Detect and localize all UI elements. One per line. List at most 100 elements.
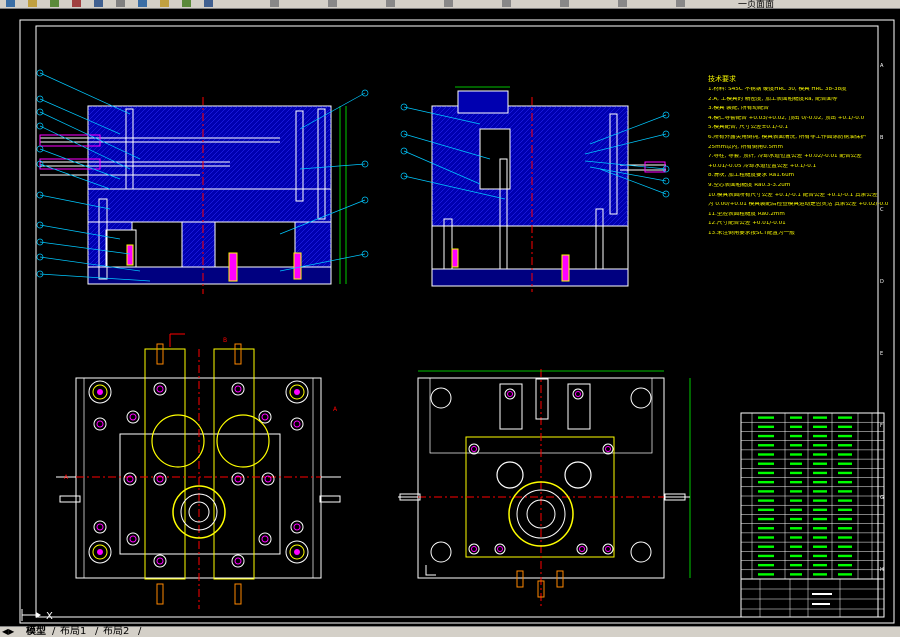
bom-cell-text [838,508,852,512]
toolbar-icon[interactable] [444,0,453,7]
title-block-text [812,603,830,605]
screw-hole-icon [576,543,588,555]
water-fitting-icon [319,495,341,503]
layer-icon[interactable] [182,0,191,7]
note-line: 10.模具表面所有尺寸公差 +0.1/-0.1 配合公差 +0.1/-0.1 其… [708,192,878,198]
bom-cell-text [838,425,852,429]
help-icon[interactable] [204,0,213,7]
screw-hole-icon [290,417,304,431]
bom-cell-text [758,527,774,530]
tab-separator-1: / [52,626,56,637]
bom-table [740,412,885,618]
water-fitting-icon [156,583,164,605]
open-icon[interactable] [28,0,37,7]
bom-cell-text [813,527,827,530]
zoom-icon[interactable] [116,0,125,7]
note-line: 12.尺寸配合公差 +0.01/-0.01 [708,221,786,227]
screw-hole-icon [123,472,137,486]
bom-cell-text [758,536,774,539]
toolbar-icon[interactable] [328,0,337,7]
redo-icon[interactable] [94,0,103,7]
screw-hole-icon [231,472,245,486]
toolbar-icon[interactable] [676,0,685,7]
print-icon[interactable] [50,0,59,7]
tab-model[interactable]: 模型 [26,626,46,637]
title-block [740,578,885,618]
note-line: 7.导柱, 导套, 顶针, 冷却水道位置公差 +0.02/-0.01 配合公差 [708,154,862,160]
bom-cell-text [758,444,774,447]
view-marker-a-right: A [333,406,338,413]
bom-cell-text [813,444,827,447]
bom-cell-text [813,425,827,429]
bom-cell-text [758,416,774,419]
pan-icon[interactable] [138,0,147,7]
screw-hole-icon [126,410,140,424]
toolbar-icon[interactable] [560,0,569,7]
note-line: 9.型芯表面粗糙度 Ra0.3-3.2um [708,182,791,188]
bom-cell-text [758,425,774,429]
top-toolbar: 一页面面 [0,0,900,10]
screw-hole-icon [468,543,480,555]
screw-hole-icon [504,388,516,400]
zone-letter: F [880,423,883,429]
bom-cell-text [813,554,827,558]
bom-cell-text [813,499,827,502]
bom-cell-text [813,517,827,521]
drawing-canvas[interactable]: ABCDEFGH [0,9,900,626]
bom-cell-text [758,573,774,576]
bom-cell-text [838,453,852,456]
guide-bushing-icon [430,541,452,563]
bom-cell-text [838,462,852,465]
bom-cell-text [790,416,802,419]
undo-icon[interactable] [72,0,81,7]
bom-cell-text [838,434,852,438]
save-icon[interactable] [6,0,15,7]
guide-bushing-icon [630,541,652,563]
bom-cell-text [813,462,827,465]
bom-cell-text [790,434,802,438]
bom-cell-text [838,527,852,530]
screw-hole-icon [231,382,245,396]
toolbar-icon[interactable] [270,0,279,7]
bom-cell-text [758,499,774,502]
bom-cell-text [790,462,802,465]
plan-view-left: B A A [56,333,341,609]
toolbar-icon[interactable] [502,0,511,7]
screw-hole-icon [494,543,506,555]
note-line: 2.A, 工模具的 精密度, 加工表面粗糙度Ra, 配合面等 [708,96,838,102]
tab-separator-2: / [95,626,99,637]
screw-hole-icon [126,532,140,546]
note-line: 11.型腔表面粗糙度 Ra0.2mm [708,211,785,217]
leader-line [39,72,131,115]
toolbar-icon[interactable] [618,0,627,7]
slide-block [535,378,549,420]
layout-tab-bar: ◀▶ 模型 / 布局1 / 布局2 / [0,626,900,637]
bom-cell-text [838,416,852,419]
properties-icon[interactable] [160,0,169,7]
tab-scroll-left-icon[interactable]: ◀▶ [2,627,14,636]
bom-cell-text [758,480,774,484]
bom-cell-text [813,416,827,419]
bom-cell-text [758,462,774,465]
technical-notes: 技术要求 1.材料: S45C 不锈钢 硬度HRC 30, 模具 HRC 38-… [708,76,888,241]
screw-hole-icon [93,417,107,431]
screw-hole-icon [468,443,480,455]
bom-cell-text [838,563,852,567]
bom-cell-text [790,508,802,512]
plan-view-right [398,369,691,609]
bom-cell-text [838,444,852,447]
note-line: 5.模具配合, 尺寸公差±0.1/-0.1 [708,125,789,131]
bom-cell-text [813,508,827,512]
bom-cell-text [790,517,802,521]
slide-block [567,383,591,430]
bom-cell-text [813,536,827,539]
toolbar-icon[interactable] [386,0,395,7]
tab-layout-2[interactable]: 布局2 [103,626,129,637]
bom-cell-text [813,573,827,576]
note-line: 6.所有外露尖角倒钝, 模具表面清洗, 所有非工作面涂防锈油保护 [708,134,866,140]
bom-cell-text [758,471,774,475]
tab-layout-1[interactable]: 布局1 [60,626,86,637]
bom-cell-text [790,425,802,429]
bom-cell-text [790,471,802,475]
bom-cell-text [758,517,774,521]
